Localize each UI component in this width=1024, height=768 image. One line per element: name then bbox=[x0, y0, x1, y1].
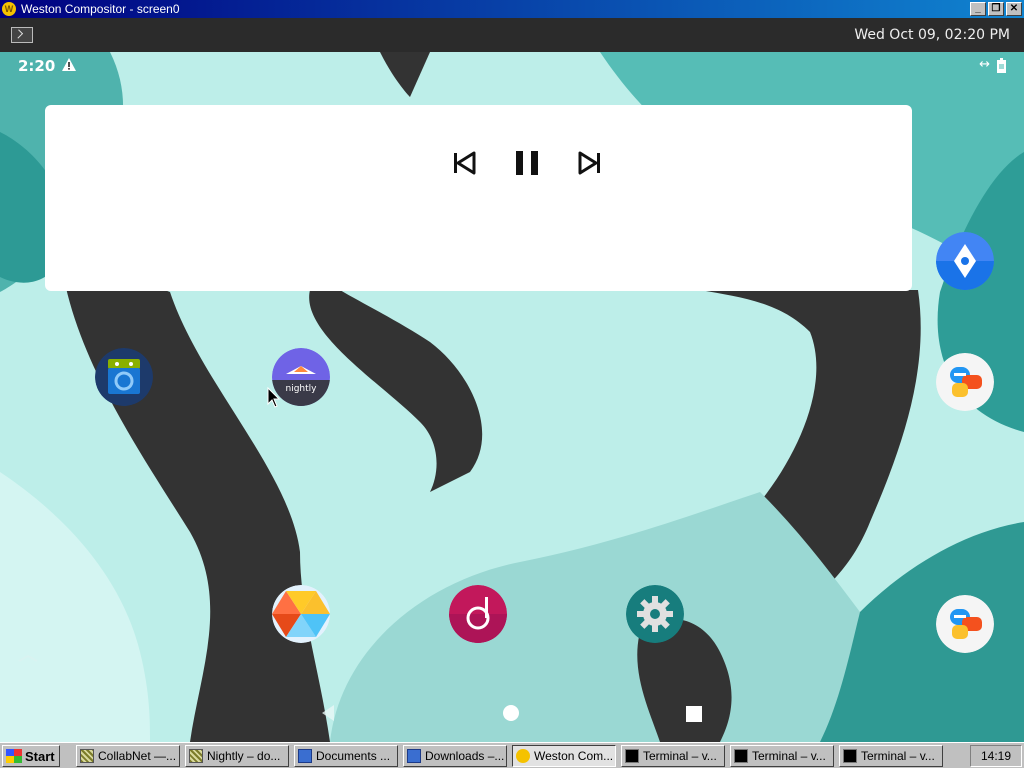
taskbar-item-label: Downloads –... bbox=[425, 749, 505, 763]
terminal-icon bbox=[843, 749, 857, 763]
pause-icon[interactable] bbox=[509, 145, 545, 181]
fdroid-icon[interactable] bbox=[95, 348, 153, 406]
start-button[interactable]: Start bbox=[2, 745, 60, 767]
taskbar-item-label: CollabNet —... bbox=[98, 749, 177, 763]
settings-gear-icon[interactable] bbox=[626, 585, 684, 643]
minimize-button[interactable]: _ bbox=[970, 2, 986, 16]
terminal-icon bbox=[734, 749, 748, 763]
weston-app-icon: W bbox=[2, 2, 16, 16]
data-sync-icon: ↔ bbox=[979, 57, 990, 72]
system-tray-clock: 14:19 bbox=[970, 745, 1022, 767]
terminal-icon bbox=[625, 749, 639, 763]
taskbar-item-label: Terminal – v... bbox=[861, 749, 935, 763]
restore-button[interactable]: ❐ bbox=[988, 2, 1004, 16]
mouse-cursor-icon bbox=[267, 387, 281, 408]
gallery-icon[interactable] bbox=[272, 585, 330, 643]
taskbar-item-label: Documents ... bbox=[316, 749, 391, 763]
taskbar-item-label: Nightly – do... bbox=[207, 749, 281, 763]
taskbar: Start CollabNet —... Nightly – do... Doc… bbox=[0, 742, 1024, 768]
battery-icon bbox=[997, 58, 1006, 73]
taskbar-item-label: Terminal – v... bbox=[752, 749, 826, 763]
status-time: 2:20 bbox=[18, 57, 56, 75]
taskbar-item-weston[interactable]: Weston Com... bbox=[512, 745, 616, 767]
messaging-icon[interactable] bbox=[936, 353, 994, 411]
next-track-icon[interactable] bbox=[572, 145, 608, 181]
panel-clock: Wed Oct 09, 02:20 PM bbox=[854, 27, 1010, 43]
taskbar-item-nightly[interactable]: Nightly – do... bbox=[185, 745, 289, 767]
windows-logo-icon bbox=[6, 749, 22, 763]
media-widget bbox=[45, 105, 912, 291]
maps-icon[interactable] bbox=[936, 232, 994, 290]
taskbar-item-terminal[interactable]: Terminal – v... bbox=[839, 745, 943, 767]
android-status-bar: 2:20 ↔ bbox=[0, 52, 1024, 80]
back-icon[interactable] bbox=[318, 703, 338, 723]
taskbar-item-label: Terminal – v... bbox=[643, 749, 717, 763]
taskbar-item-label: Weston Com... bbox=[534, 749, 614, 763]
music-icon[interactable] bbox=[449, 585, 507, 643]
terminal-launcher-icon[interactable] bbox=[11, 27, 33, 43]
messaging-icon[interactable] bbox=[936, 595, 994, 653]
home-icon[interactable] bbox=[502, 704, 520, 722]
taskbar-item-collabnet[interactable]: CollabNet —... bbox=[76, 745, 180, 767]
grid-icon bbox=[80, 749, 94, 763]
start-label: Start bbox=[25, 748, 55, 764]
taskbar-item-documents[interactable]: Documents ... bbox=[294, 745, 398, 767]
close-button[interactable]: ✕ bbox=[1006, 2, 1022, 16]
window-title: Weston Compositor - screen0 bbox=[21, 2, 180, 16]
app-drawer-arrow-icon[interactable] bbox=[17, 652, 39, 664]
folder-icon bbox=[298, 749, 312, 763]
folder-icon bbox=[407, 749, 421, 763]
recents-icon[interactable] bbox=[685, 705, 703, 723]
window-titlebar[interactable]: W Weston Compositor - screen0 _ ❐ ✕ bbox=[0, 0, 1024, 18]
android-screen[interactable]: 2:20 ↔ nightly bbox=[0, 52, 1024, 742]
taskbar-item-terminal[interactable]: Terminal – v... bbox=[621, 745, 725, 767]
taskbar-item-terminal[interactable]: Terminal – v... bbox=[730, 745, 834, 767]
weston-panel: Wed Oct 09, 02:20 PM bbox=[0, 18, 1024, 52]
taskbar-item-downloads[interactable]: Downloads –... bbox=[403, 745, 507, 767]
grid-icon bbox=[189, 749, 203, 763]
warning-icon bbox=[62, 58, 76, 71]
nightly-label: nightly bbox=[286, 384, 318, 394]
previous-track-icon[interactable] bbox=[446, 145, 482, 181]
weston-icon bbox=[516, 749, 530, 763]
